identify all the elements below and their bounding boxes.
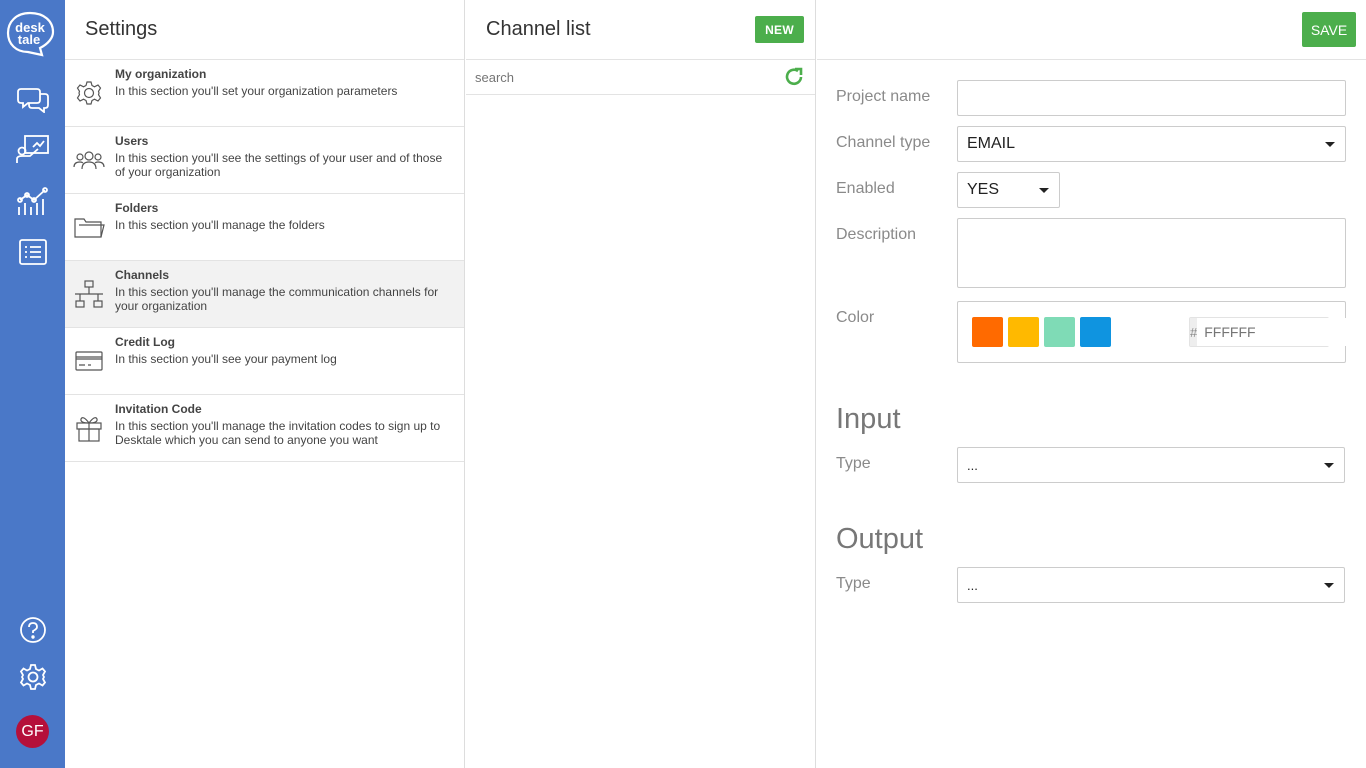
project-name-input[interactable] — [957, 80, 1346, 116]
settings-item-title: Credit Log — [115, 335, 175, 349]
description-textarea[interactable] — [957, 218, 1346, 288]
settings-item-title: Channels — [115, 268, 170, 282]
color-label: Color — [836, 309, 875, 326]
chevron-down-icon — [1325, 142, 1335, 147]
input-section-title: Input — [836, 403, 901, 435]
chat-icon[interactable] — [14, 82, 52, 116]
chevron-down-icon — [1039, 188, 1049, 193]
hex-prefix: # — [1190, 318, 1198, 346]
users-icon — [73, 144, 105, 176]
settings-item-desc: In this section you'll manage the folder… — [115, 218, 325, 232]
input-type-select[interactable]: ... — [957, 447, 1345, 483]
network-icon — [73, 278, 105, 310]
settings-item-my-organization[interactable]: My organization In this section you'll s… — [65, 60, 464, 127]
hex-input[interactable] — [1197, 318, 1366, 346]
list-icon[interactable] — [14, 235, 52, 269]
settings-panel: Settings My organization In this section… — [65, 0, 465, 768]
settings-item-desc: In this section you'll manage the commun… — [115, 285, 439, 313]
color-swatch-orange[interactable] — [972, 317, 1003, 347]
project-name-label: Project name — [836, 88, 931, 105]
settings-item-title: Invitation Code — [115, 402, 202, 416]
settings-item-title: My organization — [115, 67, 207, 81]
save-button[interactable]: SAVE — [1302, 12, 1356, 47]
input-type-value: ... — [967, 457, 978, 473]
channel-form-panel: SAVE Project name Channel type EMAIL Ena… — [817, 0, 1366, 768]
description-label: Description — [836, 226, 917, 243]
gift-icon — [73, 412, 105, 444]
refresh-icon[interactable] — [783, 66, 805, 88]
output-type-label: Type — [836, 575, 871, 592]
settings-item-credit-log[interactable]: Credit Log In this section you'll see yo… — [65, 328, 464, 395]
channel-list-panel: Channel list NEW — [466, 0, 816, 768]
enabled-value: YES — [967, 181, 1000, 198]
settings-item-desc: In this section you'll see your payment … — [115, 352, 337, 366]
settings-item-users[interactable]: Users In this section you'll see the set… — [65, 127, 464, 194]
color-swatch-blue[interactable] — [1080, 317, 1111, 347]
channel-type-value: EMAIL — [967, 135, 1016, 152]
output-type-value: ... — [967, 577, 978, 593]
input-type-label: Type — [836, 455, 871, 472]
settings-item-desc: In this section you'll set your organiza… — [115, 84, 398, 98]
channel-type-label: Channel type — [836, 134, 931, 151]
settings-title: Settings — [65, 0, 464, 60]
search-input[interactable] — [475, 69, 783, 85]
gear-icon[interactable] — [14, 660, 52, 694]
folder-icon — [73, 211, 105, 243]
settings-item-title: Folders — [115, 201, 159, 215]
chevron-down-icon — [1324, 583, 1334, 588]
settings-item-folders[interactable]: Folders In this section you'll manage th… — [65, 194, 464, 261]
channel-list-title: Channel list — [486, 18, 591, 40]
analytics-icon[interactable] — [14, 184, 52, 218]
output-section-title: Output — [836, 523, 924, 555]
color-swatch-yellow[interactable] — [1008, 317, 1039, 347]
credit-card-icon — [73, 345, 105, 377]
gear-icon — [73, 77, 105, 109]
chevron-down-icon — [1324, 463, 1334, 468]
enabled-label: Enabled — [836, 180, 895, 197]
app-rail: desk tale GF — [0, 0, 65, 768]
settings-item-desc: In this section you'll see the settings … — [115, 151, 443, 179]
channel-type-select[interactable]: EMAIL — [957, 126, 1346, 162]
settings-item-desc: In this section you'll manage the invita… — [115, 419, 441, 447]
output-type-select[interactable]: ... — [957, 567, 1345, 603]
color-swatch-mint[interactable] — [1044, 317, 1075, 347]
hex-field: # — [1189, 317, 1366, 347]
help-icon[interactable] — [14, 613, 52, 647]
form-header: SAVE — [817, 0, 1366, 60]
avatar[interactable]: GF — [16, 715, 49, 748]
settings-item-title: Users — [115, 134, 149, 148]
settings-item-invitation-code[interactable]: Invitation Code In this section you'll m… — [65, 395, 464, 462]
logo-line-2: tale — [18, 32, 40, 47]
color-picker: # — [957, 301, 1366, 363]
new-channel-button[interactable]: NEW — [755, 16, 804, 43]
settings-item-channels[interactable]: Channels In this section you'll manage t… — [65, 261, 464, 328]
channel-list-header: Channel list NEW — [466, 0, 815, 60]
desktale-logo[interactable]: desk tale — [6, 11, 55, 57]
search-bar — [466, 60, 815, 95]
presentation-icon[interactable] — [14, 132, 52, 166]
enabled-select[interactable]: YES — [957, 172, 1060, 208]
